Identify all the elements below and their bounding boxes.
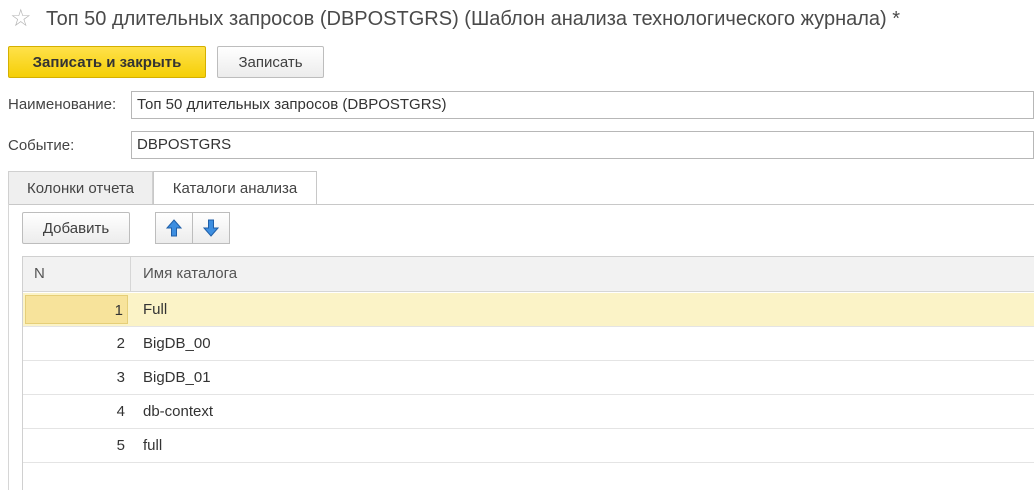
name-field[interactable]: Топ 50 длительных запросов (DBPOSTGRS)	[131, 91, 1034, 119]
star-icon[interactable]: ☆	[10, 6, 32, 32]
row-number: 5	[116, 437, 125, 454]
tab-analysis-catalogs[interactable]: Каталоги анализа	[153, 171, 317, 205]
event-label: Событие:	[8, 137, 75, 154]
arrow-down-icon	[203, 219, 219, 237]
tab-report-columns[interactable]: Колонки отчета	[8, 171, 153, 204]
row-number: 1	[25, 295, 128, 324]
catalog-name: BigDB_00	[143, 335, 211, 352]
table-row[interactable]: 5 full	[23, 429, 1034, 463]
name-label: Наименование:	[8, 96, 117, 113]
column-header-n[interactable]: N	[23, 257, 131, 291]
title-bar: ☆ Топ 50 длительных запросов (DBPOSTGRS)…	[0, 0, 1034, 40]
move-up-button[interactable]	[155, 212, 193, 244]
save-and-close-button[interactable]: Записать и закрыть	[8, 46, 206, 78]
tab-divider	[8, 204, 1034, 205]
event-field[interactable]: DBPOSTGRS	[131, 131, 1034, 159]
table-header: N Имя каталога	[23, 257, 1034, 292]
table-row[interactable]: 1 Full	[23, 293, 1034, 327]
row-number: 4	[116, 403, 125, 420]
save-button[interactable]: Записать	[217, 46, 324, 78]
catalog-name: db-context	[143, 403, 214, 420]
column-header-catalog-name[interactable]: Имя каталога	[132, 257, 1034, 291]
catalog-name: BigDB_01	[143, 369, 211, 386]
window-title: Топ 50 длительных запросов (DBPOSTGRS) (…	[46, 8, 901, 30]
table-row[interactable]: 4 db-context	[23, 395, 1034, 429]
panel-border	[8, 204, 9, 490]
row-number: 2	[116, 335, 125, 352]
move-down-button[interactable]	[192, 212, 230, 244]
add-button[interactable]: Добавить	[22, 212, 130, 244]
catalog-name: Full	[143, 301, 168, 318]
catalog-name: full	[143, 437, 163, 454]
catalog-table: N Имя каталога 1 Full 2 BigDB_00 3 BigDB…	[22, 256, 1034, 490]
arrow-up-icon	[166, 219, 182, 237]
table-row[interactable]: 2 BigDB_00	[23, 327, 1034, 361]
table-row[interactable]: 3 BigDB_01	[23, 361, 1034, 395]
row-number: 3	[116, 369, 125, 386]
